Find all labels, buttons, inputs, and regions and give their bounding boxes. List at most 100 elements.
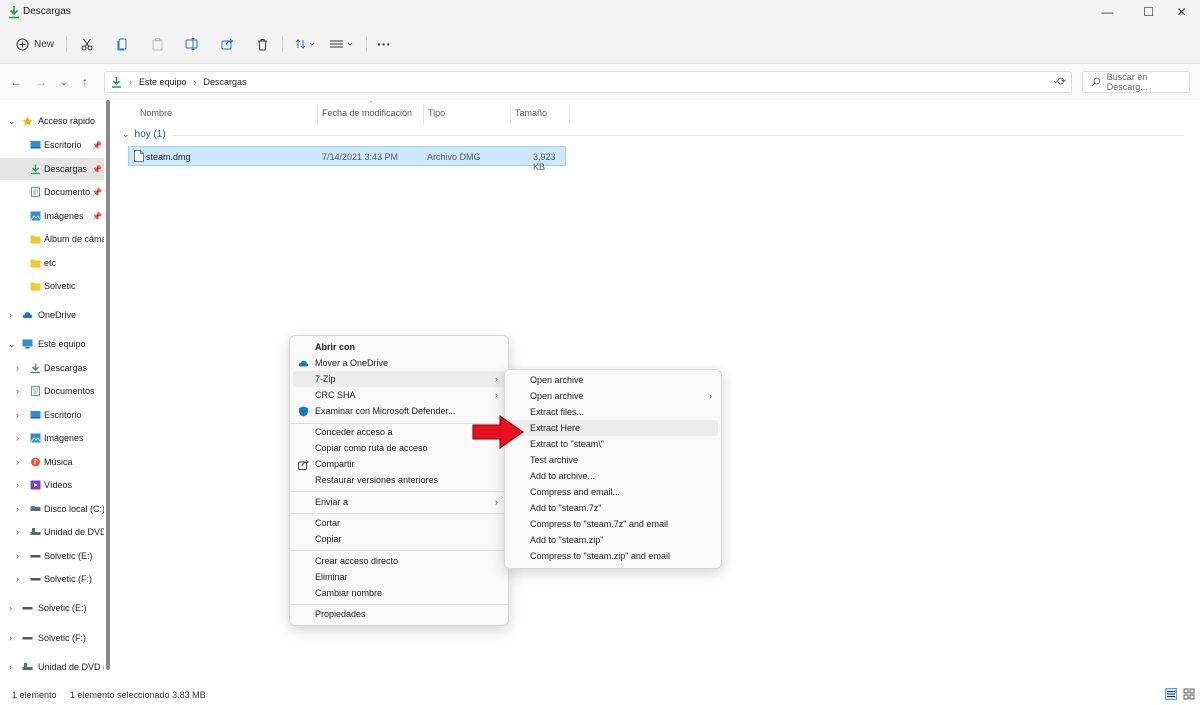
minimize-button[interactable]: — [1089, 0, 1126, 24]
sort-button[interactable] [292, 33, 320, 55]
up-arrow-icon[interactable]: ↑ [76, 73, 94, 91]
chevron-right-icon[interactable]: › [16, 551, 19, 561]
chevron-right-icon[interactable]: › [16, 363, 19, 373]
menu-item-cortar[interactable]: Cortar [290, 515, 508, 531]
nav-scrollbar[interactable] [106, 100, 110, 670]
submenu-item-add-7z[interactable]: Add to "steam.7z" [505, 500, 721, 516]
back-arrow-icon[interactable]: ← [7, 73, 25, 91]
column-divider[interactable] [510, 104, 511, 124]
nav-item-documento[interactable]: Documento 📌 [0, 181, 104, 203]
chevron-right-icon[interactable]: › [9, 603, 12, 613]
nav-quick-access[interactable]: ⌄ Acceso rápido [0, 110, 104, 132]
chevron-right-icon[interactable]: › [16, 433, 19, 443]
nav-item-descargas[interactable]: Descargas 📌 [0, 158, 104, 180]
column-header-fecha[interactable]: Fecha de modificación [322, 108, 412, 118]
menu-item-copiar[interactable]: Copiar [290, 531, 508, 547]
submenu-item-extract-here[interactable]: Extract Here [508, 420, 718, 436]
nav-solvetic-e[interactable]: › Solvetic (E:) [0, 597, 104, 619]
nav-pc-videos[interactable]: › Vídeos [0, 474, 104, 496]
chevron-right-icon[interactable]: › [16, 410, 19, 420]
chevron-right-icon[interactable]: › [16, 457, 19, 467]
nav-pc-unidad-dvd[interactable]: › Unidad de DVD [0, 521, 104, 543]
details-view-icon[interactable] [1165, 688, 1177, 700]
chevron-right-icon[interactable]: › [16, 480, 19, 490]
nav-pc-descargas[interactable]: › Descargas [0, 357, 104, 379]
view-button[interactable] [328, 33, 356, 55]
column-divider[interactable] [423, 104, 424, 124]
submenu-item-compress-7z-email[interactable]: Compress to "steam.7z" and email [505, 516, 721, 532]
chevron-right-icon[interactable]: › [16, 574, 19, 584]
nav-pc-solvetic-e[interactable]: › Solvetic (E:) [0, 545, 104, 567]
more-options-icon[interactable]: ··· [375, 33, 393, 55]
nav-unidad-dvd[interactable]: › Unidad de DVD ( [0, 656, 104, 678]
submenu-item-compress-zip-email[interactable]: Compress to "steam.zip" and email [505, 548, 721, 564]
submenu-item-add-to-archive[interactable]: Add to archive... [505, 468, 721, 484]
nav-item-album-de-camara[interactable]: Álbum de cáma [0, 228, 104, 250]
nav-solvetic-f[interactable]: › Solvetic (F:) [0, 627, 104, 649]
nav-pc-escritorio[interactable]: › Escritorio [0, 404, 104, 426]
menu-item-abrir-con[interactable]: Abrir con [290, 339, 508, 355]
submenu-item-open-archive-more[interactable]: Open archive › [505, 388, 721, 404]
column-divider[interactable] [317, 104, 318, 124]
submenu-item-extract-to[interactable]: Extract to "steam\" [505, 436, 721, 452]
column-header-tamano[interactable]: Tamaño [515, 108, 547, 118]
nav-pc-imagenes[interactable]: › Imágenes [0, 427, 104, 449]
breadcrumb-este-equipo[interactable]: Este equipo [139, 77, 187, 87]
chevron-right-icon[interactable]: › [9, 633, 12, 643]
share-button[interactable] [218, 33, 236, 55]
column-header-tipo[interactable]: Tipo [428, 108, 445, 118]
search-input[interactable]: Buscar en Descarg... [1082, 71, 1190, 93]
nav-item-etc[interactable]: etc [0, 252, 104, 274]
nav-item-solvetic[interactable]: Solvetic [0, 275, 104, 297]
menu-item-crc-sha[interactable]: CRC SHA › [290, 387, 508, 403]
group-header[interactable]: ⌄ hoy (1) [122, 129, 166, 140]
chevron-down-icon[interactable]: ⌄ [8, 339, 16, 350]
nav-this-pc[interactable]: ⌄ Este equipo [0, 333, 104, 355]
paste-button[interactable] [148, 33, 166, 55]
delete-button[interactable] [253, 33, 271, 55]
chevron-right-icon[interactable]: › [16, 504, 19, 514]
submenu-item-test-archive[interactable]: Test archive [505, 452, 721, 468]
tiles-view-icon[interactable] [1183, 688, 1195, 700]
close-button[interactable]: ✕ [1163, 0, 1200, 24]
submenu-item-extract-files[interactable]: Extract files... [505, 404, 721, 420]
menu-item-enviar-a[interactable]: Enviar a › [290, 494, 508, 510]
forward-arrow-icon[interactable]: → [32, 73, 50, 91]
chevron-right-icon[interactable]: › [9, 310, 12, 320]
nav-onedrive[interactable]: › OneDrive [0, 304, 104, 326]
refresh-icon[interactable]: ⟳ [1057, 75, 1071, 89]
rename-button[interactable] [183, 33, 201, 55]
submenu-item-compress-email[interactable]: Compress and email... [505, 484, 721, 500]
menu-item-mover-onedrive[interactable]: Mover a OneDrive [290, 355, 508, 371]
cut-button[interactable] [78, 33, 96, 55]
nav-pc-solvetic-f[interactable]: › Solvetic (F:) [0, 568, 104, 590]
new-button[interactable]: New [12, 33, 58, 55]
menu-item-compartir[interactable]: Compartir [290, 456, 508, 472]
submenu-item-open-archive[interactable]: Open archive [505, 372, 721, 388]
maximize-button[interactable]: ☐ [1130, 0, 1167, 24]
menu-item-restaurar-versiones[interactable]: Restaurar versiones anteriores [290, 472, 508, 488]
column-header-nombre[interactable]: Nombre [140, 108, 172, 118]
column-divider[interactable] [569, 104, 570, 124]
menu-item-crear-acceso-directo[interactable]: Crear acceso directo [290, 553, 508, 569]
nav-item-imagenes[interactable]: Imágenes 📌 [0, 205, 104, 227]
nav-pc-musica[interactable]: › Música [0, 451, 104, 473]
menu-item-propiedades[interactable]: Propiedades [290, 606, 508, 622]
address-bar[interactable]: › Este equipo › Descargas [104, 71, 1072, 93]
menu-item-cambiar-nombre[interactable]: Cambiar nombre [290, 585, 508, 601]
chevron-right-icon[interactable]: › [9, 662, 12, 672]
nav-pc-documentos[interactable]: › Documentos [0, 380, 104, 402]
table-row[interactable]: steam.dmg 7/14/2021 3:43 PM Archivo DMG … [128, 146, 566, 172]
chevron-down-icon[interactable]: ⌄ [122, 129, 130, 140]
chevron-right-icon[interactable]: › [16, 527, 19, 537]
nav-item-escritorio[interactable]: Escritorio 📌 [0, 134, 104, 156]
recent-chevron-icon[interactable]: ⌄ [55, 73, 73, 91]
copy-button[interactable] [113, 33, 131, 55]
menu-item-eliminar[interactable]: Eliminar [290, 569, 508, 585]
chevron-right-icon[interactable]: › [16, 386, 19, 396]
submenu-item-add-zip[interactable]: Add to "steam.zip" [505, 532, 721, 548]
nav-pc-disco-local[interactable]: › Disco local (C:) [0, 498, 104, 520]
menu-item-7zip[interactable]: 7-Zip › [293, 371, 506, 387]
breadcrumb-descargas[interactable]: Descargas [204, 77, 247, 87]
chevron-down-icon[interactable]: ⌄ [8, 116, 16, 127]
